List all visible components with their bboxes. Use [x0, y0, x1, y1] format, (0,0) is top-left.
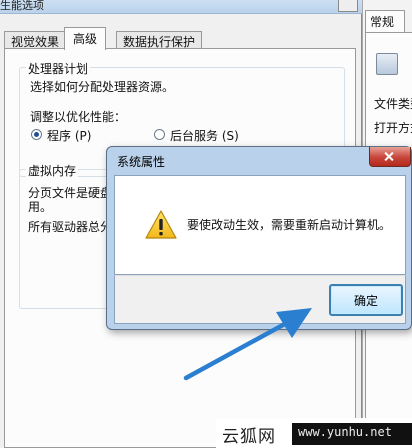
vm-total-label: 所有驱动器总分 — [28, 220, 113, 234]
watermark-site-name: 云狐网 — [222, 427, 276, 447]
perf-close-button[interactable] — [338, 0, 358, 12]
dialog-close-button[interactable] — [369, 147, 411, 167]
tab-advanced[interactable]: 高级 — [64, 27, 107, 50]
watermark: 云狐网 www.yunhu.net — [216, 418, 412, 448]
file-type-icon — [376, 53, 398, 75]
perf-window-title: 生能选项 — [0, 0, 44, 12]
file-type-label: 文件类型 — [374, 97, 412, 111]
ok-button[interactable]: 确定 — [329, 284, 403, 316]
processor-scheduling-legend: 处理器计划 — [26, 60, 91, 77]
tab-visual-effects[interactable]: 视觉效果 — [4, 31, 67, 49]
warning-icon — [145, 210, 177, 239]
virtual-memory-legend: 虚拟内存 — [26, 162, 79, 179]
tab-data-execution-prevention[interactable]: 数据执行保护 — [116, 31, 203, 49]
programs-radio-label[interactable]: 程序 (P) — [47, 127, 91, 144]
background-services-radio[interactable] — [154, 129, 165, 140]
background-services-radio-label[interactable]: 后台服务 (S) — [170, 127, 239, 144]
adjust-for-performance-label: 调整以优化性能： — [30, 110, 127, 124]
virtual-memory-group: 虚拟内存 分页文件是硬盘 用。 所有驱动器总分 — [19, 162, 113, 309]
dialog-body: 要使改动生效，需要重新启动计算机。 — [114, 175, 406, 275]
dialog-message: 要使改动生效，需要重新启动计算机。 — [187, 218, 392, 232]
tab-general[interactable]: 常规 — [365, 10, 405, 32]
dialog-title: 系统属性 — [117, 155, 166, 169]
vm-description-line2: 用。 — [28, 200, 53, 214]
programs-radio[interactable] — [31, 129, 42, 140]
pointer-arrow — [183, 308, 312, 381]
opens-with-label: 打开方式 — [374, 121, 412, 135]
perf-titlebar: 生能选项 — [0, 0, 362, 14]
processor-scheduling-description: 选择如何分配处理器资源。 — [30, 80, 175, 94]
watermark-url: www.yunhu.net — [298, 425, 392, 439]
